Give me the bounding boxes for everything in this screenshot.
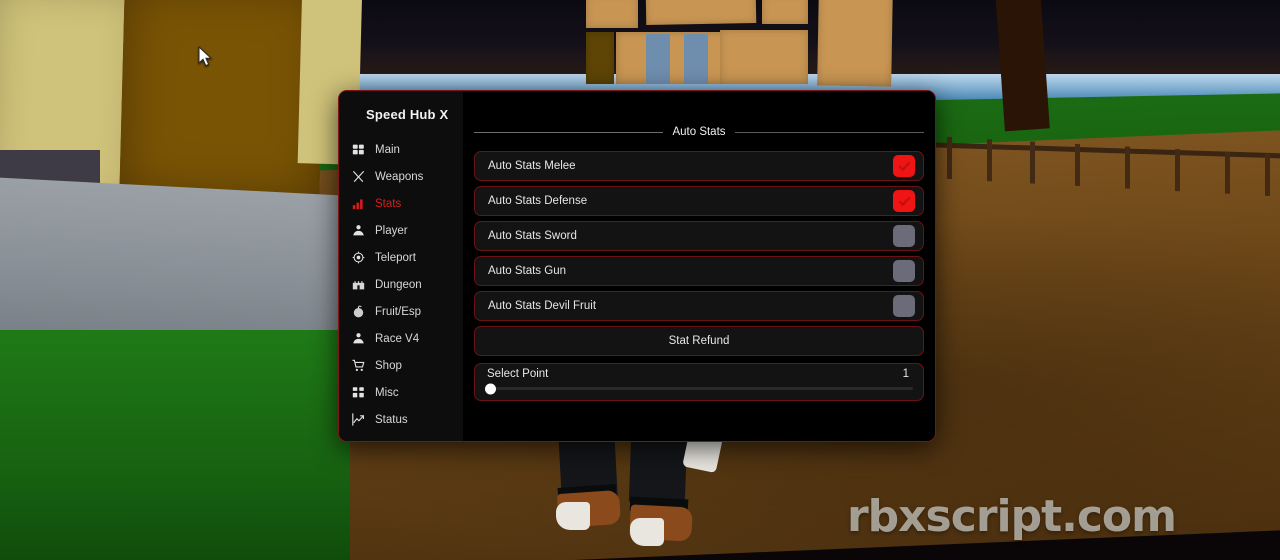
sidebar-item-label: Main [375, 143, 400, 156]
toggle-checkbox[interactable] [893, 260, 915, 282]
toggle-checkbox[interactable] [893, 155, 915, 177]
castle-icon [351, 278, 365, 292]
toggle-row-auto-stats-melee[interactable]: Auto Stats Melee [474, 151, 924, 181]
sidebar-item-label: Misc [375, 386, 399, 399]
grid-icon [351, 386, 365, 400]
stat-refund-label: Stat Refund [668, 335, 730, 347]
tree-trunk [995, 0, 1050, 132]
slider-label: Select Point [487, 368, 549, 380]
sidebar-item-dungeon[interactable]: Dungeon [339, 271, 463, 298]
check-icon [897, 194, 912, 209]
content-area: Auto Stats Auto Stats Melee Auto Stats De… [463, 91, 935, 441]
sidebar-item-race-v4[interactable]: Race V4 [339, 325, 463, 352]
fruit-icon [351, 305, 365, 319]
sidebar-item-label: Stats [375, 197, 402, 210]
mouse-cursor [198, 46, 213, 67]
toggle-row-auto-stats-gun[interactable]: Auto Stats Gun [474, 256, 924, 286]
toggle-label: Auto Stats Melee [488, 160, 576, 172]
toggle-row-auto-stats-defense[interactable]: Auto Stats Defense [474, 186, 924, 216]
swords-icon [351, 170, 365, 184]
sidebar: Speed Hub X Main Weapons Stats Player Telepo… [339, 91, 463, 441]
stat-refund-button[interactable]: Stat Refund [474, 326, 924, 356]
toggle-row-auto-stats-devil-fruit[interactable]: Auto Stats Devil Fruit [474, 291, 924, 321]
fence [935, 135, 1280, 208]
toggle-checkbox[interactable] [893, 190, 915, 212]
player-character [556, 426, 736, 560]
toggle-label: Auto Stats Sword [488, 230, 577, 242]
sidebar-item-weapons[interactable]: Weapons [339, 163, 463, 190]
toggle-list: Auto Stats Melee Auto Stats Defense Auto S… [474, 151, 924, 321]
slider-header: Select Point 1 [487, 368, 913, 380]
sidebar-item-fruit-esp[interactable]: Fruit/Esp [339, 298, 463, 325]
person-icon [351, 224, 365, 238]
section-header: Auto Stats [474, 121, 924, 143]
sidebar-item-shop[interactable]: Shop [339, 352, 463, 379]
dashboard-icon [351, 143, 365, 157]
sidebar-item-main[interactable]: Main [339, 136, 463, 163]
sidebar-item-player[interactable]: Player [339, 217, 463, 244]
grass-left [0, 330, 350, 560]
sidebar-item-label: Fruit/Esp [375, 305, 422, 318]
sidebar-item-label: Shop [375, 359, 402, 372]
sidebar-item-misc[interactable]: Misc [339, 379, 463, 406]
sidebar-item-status[interactable]: Status [339, 406, 463, 433]
toggle-checkbox[interactable] [893, 225, 915, 247]
sidebar-item-stats[interactable]: Stats [339, 190, 463, 217]
toggle-label: Auto Stats Devil Fruit [488, 300, 597, 312]
toggle-row-auto-stats-sword[interactable]: Auto Stats Sword [474, 221, 924, 251]
check-icon [897, 159, 912, 174]
sidebar-item-label: Status [375, 413, 408, 426]
wooden-building [580, 0, 893, 87]
slider-knob[interactable] [485, 383, 496, 394]
sidebar-item-label: Weapons [375, 170, 424, 183]
person-icon [351, 332, 365, 346]
slider-track[interactable] [485, 383, 913, 394]
sidebar-item-label: Teleport [375, 251, 416, 264]
site-watermark: rbxscript.com [846, 491, 1177, 542]
toggle-label: Auto Stats Defense [488, 195, 588, 207]
sidebar-item-teleport[interactable]: Teleport [339, 244, 463, 271]
wood-wall [119, 0, 325, 201]
sidebar-nav: Main Weapons Stats Player Teleport Dungeon Fru… [339, 136, 463, 433]
toggle-checkbox[interactable] [893, 295, 915, 317]
cart-icon [351, 359, 365, 373]
bar-chart-icon [351, 197, 365, 211]
toggle-label: Auto Stats Gun [488, 265, 566, 277]
section-title: Auto Stats [672, 126, 726, 138]
panel-title: Speed Hub X [366, 107, 449, 122]
sidebar-item-label: Race V4 [375, 332, 420, 345]
divider-right [734, 131, 924, 133]
sidebar-item-label: Player [375, 224, 408, 237]
slider-value: 1 [902, 368, 909, 380]
select-point-slider[interactable]: Select Point 1 [474, 363, 924, 401]
speed-hub-x-panel: Speed Hub X Main Weapons Stats Player Telepo… [338, 90, 936, 442]
trend-up-icon [351, 413, 365, 427]
divider-left [474, 131, 664, 133]
sidebar-item-label: Dungeon [375, 278, 422, 291]
target-icon [351, 251, 365, 265]
